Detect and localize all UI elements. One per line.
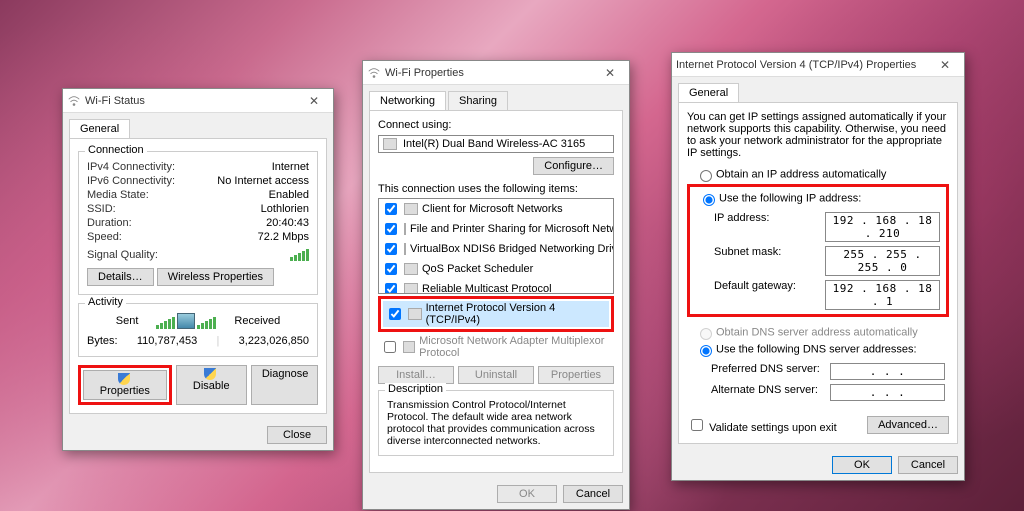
alternate-dns-input[interactable]: . . . [830, 384, 945, 401]
diagnose-button[interactable]: Diagnose [251, 365, 318, 405]
signal-bars-icon [290, 249, 309, 261]
list-item-ipv4[interactable]: Internet Protocol Version 4 (TCP/IPv4) [383, 301, 609, 327]
tab-networking[interactable]: Networking [369, 91, 446, 110]
close-icon[interactable]: ✕ [930, 58, 960, 72]
validate-checkbox[interactable] [691, 419, 703, 431]
component-icon [404, 283, 418, 294]
close-button[interactable]: Close [267, 426, 327, 444]
connection-group: Connection IPv4 Connectivity:Internet IP… [78, 151, 318, 295]
titlebar[interactable]: Wi-Fi Status ✕ [63, 89, 333, 113]
disable-button[interactable]: Disable [176, 365, 247, 405]
components-list[interactable]: Client for Microsoft Networks File and P… [378, 198, 614, 294]
close-icon[interactable]: ✕ [299, 94, 329, 108]
tab-sharing[interactable]: Sharing [448, 91, 508, 110]
activity-legend: Activity [85, 296, 126, 308]
component-icon [404, 243, 406, 255]
list-item[interactable]: Client for Microsoft Networks [379, 199, 613, 219]
dns-manual-radio[interactable] [700, 345, 712, 357]
shield-icon [118, 373, 130, 385]
wifi-properties-dialog: Wi-Fi Properties ✕ Networking Sharing Co… [362, 60, 630, 510]
ip-auto-radio[interactable] [700, 170, 712, 182]
ipv4-properties-dialog: Internet Protocol Version 4 (TCP/IPv4) P… [671, 52, 965, 481]
configure-button[interactable]: Configure… [533, 157, 614, 175]
preferred-dns-input[interactable]: . . . [830, 363, 945, 380]
bytes-received: 3,223,026,850 [239, 335, 309, 347]
dns-auto-radio [700, 328, 712, 340]
subnet-mask-input[interactable]: 255 . 255 . 255 . 0 [825, 246, 940, 276]
list-item[interactable]: VirtualBox NDIS6 Bridged Networking Driv… [379, 239, 613, 259]
close-icon[interactable]: ✕ [595, 66, 625, 80]
shield-icon [204, 368, 216, 380]
bytes-sent: 110,787,453 [137, 335, 197, 347]
activity-icon [156, 313, 216, 329]
wifi-icon [67, 94, 81, 108]
dialog-title: Wi-Fi Status [85, 95, 299, 107]
list-item[interactable]: QoS Packet Scheduler [379, 259, 613, 279]
adapter-icon [383, 138, 397, 150]
gateway-input[interactable]: 192 . 168 . 18 . 1 [825, 280, 940, 310]
activity-group: Activity Sent Received Bytes:110,787,453… [78, 303, 318, 357]
list-item[interactable]: File and Printer Sharing for Microsoft N… [379, 219, 613, 239]
description-text: Transmission Control Protocol/Internet P… [387, 399, 605, 447]
tab-general[interactable]: General [678, 83, 739, 102]
list-item[interactable]: Reliable Multicast Protocol [379, 279, 613, 294]
component-icon [404, 223, 406, 235]
list-item[interactable]: Microsoft Network Adapter Multiplexor Pr… [378, 334, 614, 360]
wifi-status-dialog: Wi-Fi Status ✕ General Connection IPv4 C… [62, 88, 334, 451]
description-group: Description Transmission Control Protoco… [378, 390, 614, 456]
install-button[interactable]: Install… [378, 366, 454, 384]
component-icon [404, 203, 418, 215]
cancel-button[interactable]: Cancel [898, 456, 958, 474]
titlebar[interactable]: Wi-Fi Properties ✕ [363, 61, 629, 85]
tab-general[interactable]: General [69, 119, 130, 138]
description-legend: Description [385, 383, 446, 395]
wireless-properties-button[interactable]: Wireless Properties [157, 268, 274, 286]
ip-manual-radio[interactable] [703, 194, 715, 206]
uninstall-button[interactable]: Uninstall [458, 366, 534, 384]
uses-label: This connection uses the following items… [378, 183, 614, 195]
dialog-title: Wi-Fi Properties [385, 67, 595, 79]
connect-using-label: Connect using: [378, 119, 614, 131]
component-properties-button[interactable]: Properties [538, 366, 614, 384]
wifi-icon [367, 66, 381, 80]
titlebar[interactable]: Internet Protocol Version 4 (TCP/IPv4) P… [672, 53, 964, 77]
intro-text: You can get IP settings assigned automat… [687, 111, 949, 159]
properties-button[interactable]: Properties [83, 370, 167, 400]
component-icon [404, 263, 418, 275]
ok-button[interactable]: OK [497, 485, 557, 503]
details-button[interactable]: Details… [87, 268, 154, 286]
ok-button[interactable]: OK [832, 456, 892, 474]
cancel-button[interactable]: Cancel [563, 485, 623, 503]
adapter-combo[interactable]: Intel(R) Dual Band Wireless-AC 3165 [378, 135, 614, 153]
component-icon [408, 308, 422, 320]
dialog-title: Internet Protocol Version 4 (TCP/IPv4) P… [676, 59, 930, 71]
component-icon [403, 341, 415, 353]
connection-legend: Connection [85, 144, 147, 156]
advanced-button[interactable]: Advanced… [867, 416, 949, 434]
ip-address-input[interactable]: 192 . 168 . 18 . 210 [825, 212, 940, 242]
